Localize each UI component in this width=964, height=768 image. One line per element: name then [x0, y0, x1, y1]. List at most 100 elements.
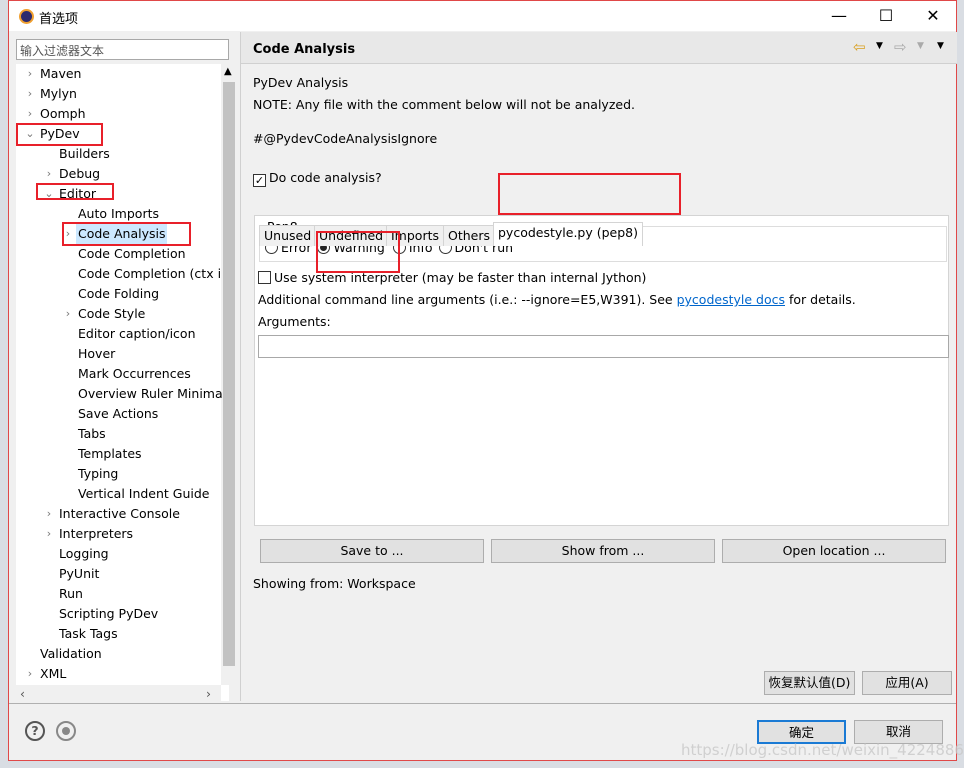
back-arrow-icon[interactable]: ⇦ — [853, 38, 866, 56]
checkbox-icon: ✓ — [253, 174, 266, 187]
highlight-warning — [316, 231, 400, 273]
tree-item[interactable]: Save Actions — [16, 404, 221, 424]
tree-item-label: Interpreters — [59, 526, 134, 541]
tree-item[interactable]: › Oomph — [16, 104, 221, 124]
help-icon[interactable]: ? — [25, 721, 45, 741]
tree-item[interactable]: Templates — [16, 444, 221, 464]
minimize-button[interactable]: — — [824, 5, 854, 27]
checkbox-label: Do code analysis? — [269, 170, 382, 185]
watermark: https://blog.csdn.net/weixin_42248864 — [681, 741, 964, 759]
tab-pycodestyle[interactable]: pycodestyle.py (pep8) — [493, 222, 643, 246]
show-from-button[interactable]: Show from ... — [491, 539, 715, 563]
tree-item-label: Oomph — [40, 106, 86, 121]
tree-item[interactable]: › Interactive Console — [16, 504, 221, 524]
tree-item-label: Save Actions — [78, 406, 159, 421]
tree-item-label: Builders — [59, 146, 110, 161]
tree-item-label: Mylyn — [40, 86, 77, 101]
highlight-code-analysis — [62, 222, 191, 246]
tree-item-label: Validation — [40, 646, 102, 661]
tree-item[interactable]: Mark Occurrences — [16, 364, 221, 384]
page-title: Code Analysis — [253, 42, 356, 57]
close-button[interactable]: ✕ — [918, 5, 948, 27]
forward-arrow-icon[interactable]: ⇨ — [894, 38, 907, 56]
ignore-comment: #@PydevCodeAnalysisIgnore — [253, 131, 438, 146]
tree-item-label: Code Completion (ctx i — [78, 266, 222, 281]
tree-item[interactable]: Run — [16, 584, 221, 604]
tree-item-label: Vertical Indent Guide — [78, 486, 210, 501]
tree-item-label: Templates — [78, 446, 142, 461]
filter-input[interactable]: 输入过滤器文本 — [16, 39, 229, 60]
record-icon[interactable] — [56, 721, 76, 741]
tree-item-label: PyUnit — [59, 566, 100, 581]
chevron-right-icon[interactable]: › — [43, 504, 55, 524]
tree-item[interactable]: Scripting PyDev — [16, 604, 221, 624]
tree-item-label: Logging — [59, 546, 109, 561]
scroll-left-icon[interactable]: ‹ — [20, 686, 25, 701]
tree-item[interactable]: Tabs — [16, 424, 221, 444]
tree-item[interactable]: Validation — [16, 644, 221, 664]
restore-defaults-button[interactable]: 恢复默认值(D) — [764, 671, 855, 695]
chevron-right-icon[interactable]: › — [24, 104, 36, 124]
tree-item[interactable]: Typing — [16, 464, 221, 484]
forward-menu-icon[interactable]: ▼ — [917, 41, 924, 51]
arguments-label: Arguments: — [258, 314, 331, 329]
view-menu-icon[interactable]: ▼ — [937, 41, 944, 51]
tree-item[interactable]: Logging — [16, 544, 221, 564]
scroll-thumb[interactable] — [223, 82, 235, 666]
args-help-text: Additional command line arguments (i.e.:… — [258, 292, 677, 307]
tree-item[interactable]: Hover — [16, 344, 221, 364]
tree-item[interactable]: Code Completion — [16, 244, 221, 264]
chevron-right-icon[interactable]: › — [24, 664, 36, 684]
tree-item[interactable]: Code Completion (ctx i — [16, 264, 221, 284]
pycodestyle-docs-link[interactable]: pycodestyle docs — [677, 292, 785, 307]
preference-page: Code Analysis ⇦ ▼ ⇨ ▼ ▼ PyDev Analysis N… — [240, 32, 957, 701]
args-help-suffix: for details. — [785, 292, 856, 307]
back-menu-icon[interactable]: ▼ — [876, 41, 883, 51]
tree-item[interactable]: › Debug — [16, 164, 221, 184]
horizontal-scrollbar[interactable]: ‹ › — [16, 685, 221, 701]
do-code-analysis-checkbox[interactable]: ✓ Do code analysis? — [253, 170, 382, 187]
tree-item[interactable]: PyUnit — [16, 564, 221, 584]
tree-item[interactable]: Builders — [16, 144, 221, 164]
chevron-right-icon[interactable]: › — [43, 164, 55, 184]
scroll-up-icon[interactable]: ▲ — [224, 66, 232, 77]
apply-button[interactable]: 应用(A) — [862, 671, 952, 695]
tree-item-label: Auto Imports — [78, 206, 159, 221]
open-location-button[interactable]: Open location ... — [722, 539, 946, 563]
tree-item[interactable]: › Maven — [16, 64, 221, 84]
tree-item[interactable]: Task Tags — [16, 624, 221, 644]
scroll-right-icon[interactable]: › — [206, 686, 211, 701]
tree-item[interactable]: › Mylyn — [16, 84, 221, 104]
tree-item-label: Editor caption/icon — [78, 326, 196, 341]
section-label: PyDev Analysis — [253, 75, 349, 90]
tree-item-label: Tabs — [78, 426, 106, 441]
preferences-dialog: 首选项 — ☐ ✕ 输入过滤器文本 ▲ ‹ › › Maven › Mylyn › Oom… — [8, 0, 964, 761]
tab-unused[interactable]: Unused — [259, 225, 317, 246]
title-bar: 首选项 — ☐ ✕ — [9, 1, 956, 31]
highlight-pydev — [16, 123, 103, 146]
tree-item-label: Debug — [59, 166, 101, 181]
footer-divider — [9, 703, 956, 704]
tree-item[interactable]: Vertical Indent Guide — [16, 484, 221, 504]
page-header: Code Analysis ⇦ ▼ ⇨ ▼ ▼ — [241, 32, 957, 64]
tree-item[interactable]: Auto Imports — [16, 204, 221, 224]
chevron-right-icon[interactable]: › — [43, 524, 55, 544]
tree-item-label: Maven — [40, 66, 82, 81]
tab-others[interactable]: Others — [443, 225, 496, 246]
chevron-right-icon[interactable]: › — [24, 84, 36, 104]
vertical-scrollbar[interactable]: ▲ — [221, 64, 237, 685]
maximize-button[interactable]: ☐ — [871, 5, 901, 27]
chevron-right-icon[interactable]: › — [62, 304, 74, 324]
chevron-right-icon[interactable]: › — [24, 64, 36, 84]
tree-item[interactable]: Code Folding — [16, 284, 221, 304]
arguments-input[interactable] — [258, 335, 949, 358]
save-to-button[interactable]: Save to ... — [260, 539, 484, 563]
highlight-editor — [36, 183, 114, 200]
tree-item[interactable]: › Code Style — [16, 304, 221, 324]
tree-item[interactable]: Overview Ruler Minima — [16, 384, 223, 404]
tree-item[interactable]: Editor caption/icon — [16, 324, 221, 344]
tree-item-label: Interactive Console — [59, 506, 180, 521]
showing-from-text: Showing from: Workspace — [253, 576, 416, 591]
tree-item[interactable]: › Interpreters — [16, 524, 221, 544]
tree-item[interactable]: › XML — [16, 664, 221, 684]
